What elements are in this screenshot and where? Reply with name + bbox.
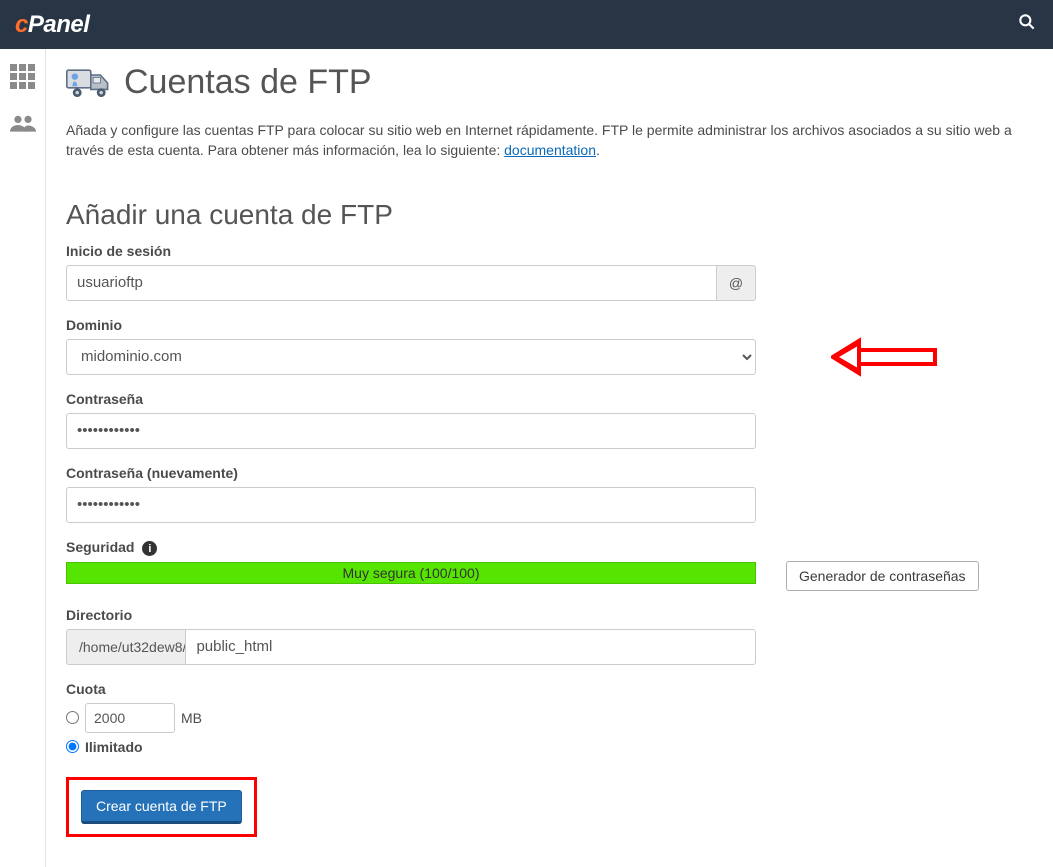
domain-label: Dominio [66,317,1033,333]
login-label: Inicio de sesión [66,243,1033,259]
create-ftp-account-button[interactable]: Crear cuenta de FTP [81,790,242,824]
directory-label: Directorio [66,607,1033,623]
domain-select[interactable]: midominio.com [66,339,756,375]
users-icon [10,112,36,137]
domain-group: Dominio midominio.com [66,317,1033,375]
password-again-label: Contraseña (nuevamente) [66,465,1033,481]
app-header: cPanel [0,0,1053,49]
password-again-input[interactable] [66,487,756,523]
submit-highlight-box: Crear cuenta de FTP [66,777,257,837]
password-strength-bar: Muy segura (100/100) [66,562,756,584]
directory-input[interactable] [185,629,756,665]
search-icon[interactable] [1016,12,1038,38]
directory-prefix: /home/ut32dew8/ [66,629,185,665]
quota-label: Cuota [66,681,1033,697]
login-at-addon: @ [716,265,756,301]
strength-label-text: Seguridad [66,539,134,555]
quota-unlimited-label: Ilimitado [85,739,143,755]
login-group: Inicio de sesión @ [66,243,1033,301]
grid-icon [10,64,35,89]
password-generator-button[interactable]: Generador de contraseñas [786,561,979,591]
quota-number-radio[interactable] [66,711,79,724]
home-grid-button[interactable] [8,61,38,91]
page-title: Cuentas de FTP [124,64,372,101]
intro-text: Añada y configure las cuentas FTP para c… [66,120,1033,161]
login-input[interactable] [66,265,716,301]
users-button[interactable] [8,109,38,139]
logo-accent: c [15,11,28,38]
quota-unlimited-radio[interactable] [66,740,79,753]
logo-text: Panel [28,11,90,38]
documentation-link[interactable]: documentation [504,142,596,158]
main-content: Cuentas de FTP Añada y configure las cue… [46,49,1053,867]
password-again-group: Contraseña (nuevamente) [66,465,1033,523]
page-title-row: Cuentas de FTP [66,64,1033,102]
sidebar [0,49,46,867]
password-input[interactable] [66,413,756,449]
strength-label: Seguridad i [66,539,756,557]
add-ftp-heading: Añadir una cuenta de FTP [66,199,1033,231]
quota-group: Cuota MB Ilimitado [66,681,1033,755]
password-group: Contraseña [66,391,1033,449]
quota-unit: MB [181,710,202,726]
strength-group: Seguridad i Muy segura (100/100) Generad… [66,539,1033,591]
quota-number-input[interactable] [85,703,175,733]
info-icon[interactable]: i [142,541,157,556]
ftp-truck-icon [66,64,114,102]
cpanel-logo: cPanel [15,11,89,39]
password-label: Contraseña [66,391,1033,407]
directory-group: Directorio /home/ut32dew8/ [66,607,1033,665]
